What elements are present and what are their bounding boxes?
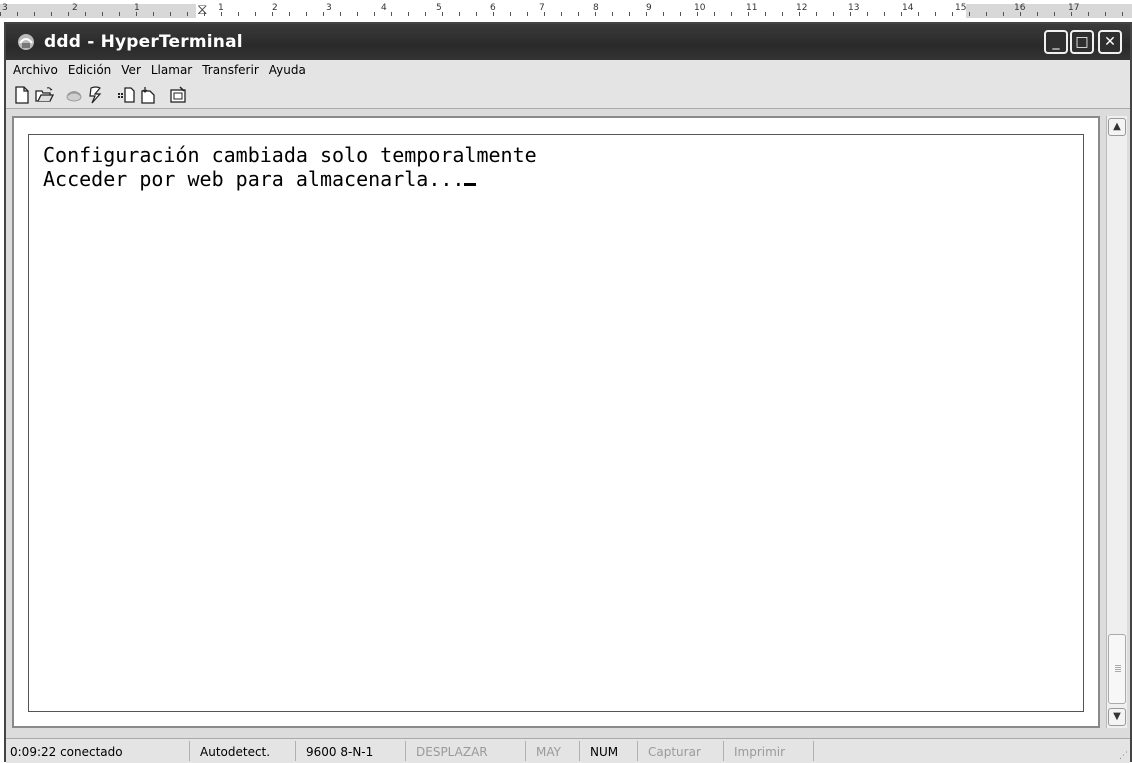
status-capture: Capturar (644, 741, 724, 761)
ruler-number: 17 (1068, 3, 1080, 13)
menu-ver[interactable]: Ver (116, 60, 146, 77)
ruler-number: 10 (694, 3, 706, 13)
ruler-number: 1 (134, 3, 140, 13)
ruler-number: 12 (796, 3, 808, 13)
ruler-number: 2 (72, 3, 78, 13)
ruler-number: 7 (539, 3, 545, 13)
terminal-line: Configuración cambiada solo temporalment… (43, 143, 537, 167)
call-icon[interactable] (64, 85, 84, 105)
status-scroll-lock: DESPLAZAR (412, 741, 526, 761)
ruler-number: 9 (646, 3, 652, 13)
chevron-down-icon: ▼ (1113, 711, 1121, 722)
terminal-line: Acceder por web para almacenarla... (43, 167, 465, 191)
ruler-number: 2 (272, 3, 278, 13)
new-icon[interactable] (12, 85, 32, 105)
ruler-number: 3 (326, 3, 332, 13)
close-icon: ✕ (1104, 34, 1116, 50)
title-bar[interactable]: ddd - HyperTerminal _ □ ✕ (6, 24, 1130, 60)
ruler-number: 6 (490, 3, 496, 13)
status-num-lock: NUM (586, 741, 638, 761)
ruler-number: 5 (436, 3, 442, 13)
status-autodetect: Autodetect. (196, 741, 296, 761)
chevron-up-icon: ▲ (1113, 121, 1121, 132)
vertical-scrollbar[interactable]: ▲ ▼ (1106, 116, 1127, 728)
resize-grip-icon[interactable]: ⋰ (1119, 751, 1128, 761)
disconnect-icon[interactable] (86, 85, 106, 105)
grip-icon (1115, 665, 1121, 672)
close-button[interactable]: ✕ (1098, 30, 1122, 54)
terminal-screen[interactable]: Configuración cambiada solo temporalment… (28, 134, 1084, 712)
ruler-number: 1 (218, 3, 224, 13)
scroll-up-button[interactable]: ▲ (1108, 118, 1126, 136)
menu-transferir[interactable]: Transferir (197, 60, 264, 77)
scroll-down-button[interactable]: ▼ (1108, 708, 1126, 726)
ruler-indent-marker[interactable]: ⧖ (197, 0, 208, 18)
maximize-button[interactable]: □ (1070, 30, 1094, 54)
ruler-number: 3 (2, 3, 8, 13)
menu-ayuda[interactable]: Ayuda (264, 60, 311, 77)
scroll-thumb[interactable] (1108, 634, 1126, 704)
window-title: ddd - HyperTerminal (44, 32, 243, 52)
document-ruler: ⧖ 3 2 1 1 2 3 4 5 6 7 8 9 10 11 12 13 14… (0, 0, 1132, 22)
text-cursor (464, 183, 477, 186)
toolbar (6, 82, 1130, 109)
terminal-output: Configuración cambiada solo temporalment… (43, 143, 537, 191)
receive-icon[interactable] (138, 85, 158, 105)
menu-edicion[interactable]: Edición (63, 60, 116, 77)
status-caps-lock: MAY (532, 741, 580, 761)
hyperterminal-icon (18, 34, 34, 50)
ruler-number: 16 (1014, 3, 1026, 13)
maximize-icon: □ (1075, 34, 1089, 50)
hyperterminal-window: ddd - HyperTerminal _ □ ✕ Archivo Edición… (4, 22, 1132, 763)
status-bar: 0:09:22 conectado Autodetect. 9600 8-N-1… (6, 738, 1130, 763)
send-icon[interactable] (116, 85, 136, 105)
ruler-number: 13 (848, 3, 860, 13)
properties-icon[interactable] (168, 85, 188, 105)
menu-bar: Archivo Edición Ver Llamar Transferir Ayuda (6, 60, 1130, 82)
menu-archivo[interactable]: Archivo (6, 60, 63, 77)
status-connection-time: 0:09:22 conectado (6, 741, 190, 761)
ruler-number: 11 (746, 3, 758, 13)
ruler-number: 8 (593, 3, 599, 13)
status-print: Imprimir (730, 741, 814, 761)
terminal-area[interactable]: Configuración cambiada solo temporalment… (12, 116, 1100, 728)
menu-llamar[interactable]: Llamar (146, 60, 197, 77)
minimize-icon: _ (1052, 34, 1060, 50)
ruler-number: 15 (955, 3, 967, 13)
open-icon[interactable] (34, 85, 54, 105)
ruler-number: 14 (902, 3, 914, 13)
minimize-button[interactable]: _ (1044, 30, 1068, 54)
ruler-number: 4 (381, 3, 387, 13)
status-port-settings: 9600 8-N-1 (302, 741, 406, 761)
